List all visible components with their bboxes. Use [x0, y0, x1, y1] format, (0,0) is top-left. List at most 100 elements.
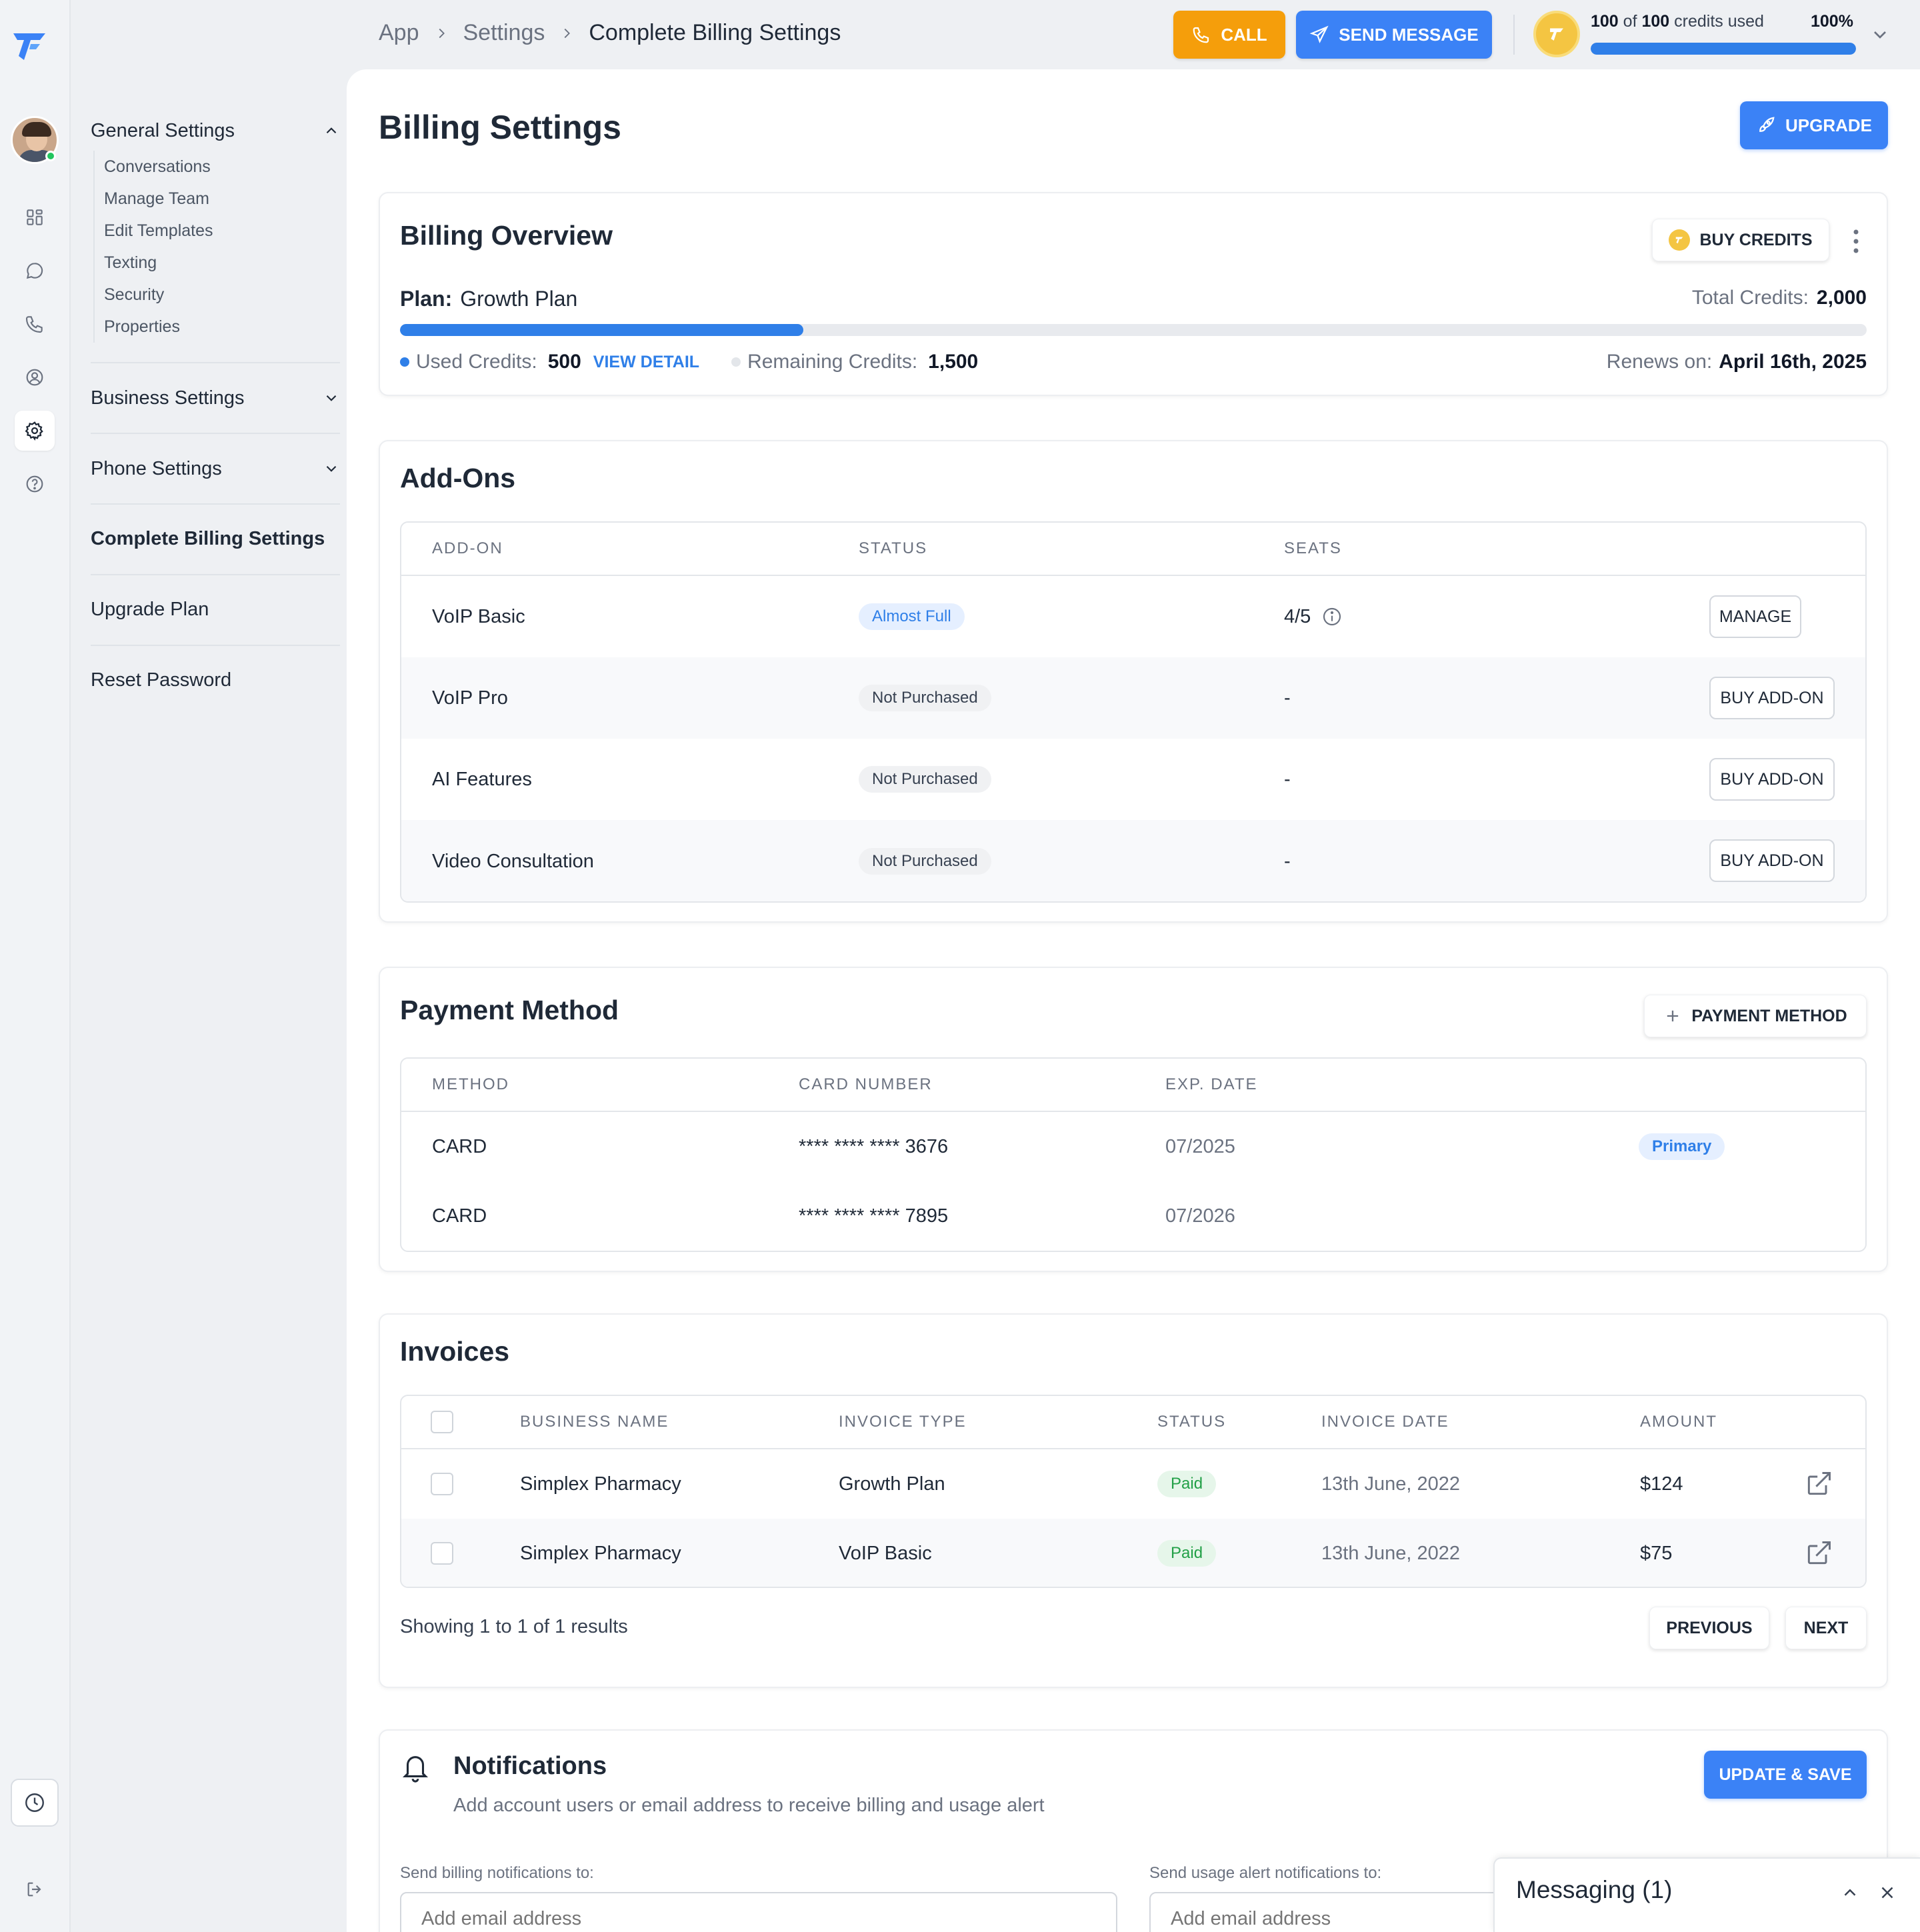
- breadcrumb-app[interactable]: App: [379, 20, 419, 46]
- phone-settings-label: Phone Settings: [91, 457, 222, 479]
- sidebar-item-security[interactable]: Security: [104, 279, 340, 311]
- credits-percent: 100%: [1811, 12, 1853, 31]
- next-button[interactable]: NEXT: [1785, 1607, 1867, 1649]
- payment-method: CARD: [432, 1135, 487, 1157]
- col-seats: SEATS: [1284, 539, 1342, 557]
- col-method: METHOD: [432, 1075, 509, 1093]
- addons-table: ADD-ON STATUS SEATS VoIP Basic Almost Fu…: [400, 521, 1867, 903]
- external-link-icon[interactable]: [1804, 1469, 1833, 1499]
- external-link-icon[interactable]: [1804, 1539, 1833, 1568]
- usage-notifications-label: Send usage alert notifications to:: [1149, 1864, 1382, 1882]
- sidebar-item-properties[interactable]: Properties: [104, 311, 340, 343]
- business-settings-label: Business Settings: [91, 387, 245, 409]
- buy-addon-button[interactable]: BUY ADD-ON: [1709, 677, 1835, 719]
- invoice-date: 13th June, 2022: [1321, 1473, 1461, 1495]
- contacts-icon[interactable]: [15, 357, 55, 397]
- send-message-button[interactable]: SEND MESSAGE: [1296, 11, 1492, 59]
- previous-button[interactable]: PREVIOUS: [1649, 1607, 1769, 1649]
- billing-overview-card: Billing Overview BUY CREDITS Plan: Growth…: [379, 192, 1888, 396]
- divider: [1513, 15, 1515, 55]
- settings-gear-icon[interactable]: [15, 411, 55, 451]
- messaging-title: Messaging (1): [1516, 1876, 1673, 1903]
- logout-icon[interactable]: [15, 1869, 55, 1909]
- sidebar-item-texting[interactable]: Texting: [104, 247, 340, 279]
- used-credits-value: 500: [547, 351, 581, 373]
- credits-usage-fill: [400, 324, 803, 336]
- close-icon[interactable]: [1877, 1883, 1897, 1903]
- table-row[interactable]: CARD **** **** **** 7895 07/2026: [401, 1181, 1865, 1251]
- chat-icon[interactable]: [15, 251, 55, 291]
- help-icon[interactable]: [15, 464, 55, 504]
- billing-email-input[interactable]: [400, 1892, 1117, 1932]
- primary-badge: Primary: [1639, 1133, 1725, 1160]
- update-save-button[interactable]: UPDATE & SAVE: [1704, 1751, 1867, 1799]
- credits-progress-bar: [1591, 43, 1856, 55]
- phone-settings-toggle[interactable]: Phone Settings: [91, 453, 340, 485]
- app-logo[interactable]: [11, 29, 49, 64]
- credit-coin-icon: [1533, 11, 1580, 57]
- online-status-dot: [45, 151, 56, 161]
- icon-rail: [0, 0, 71, 1932]
- buy-credits-button[interactable]: BUY CREDITS: [1652, 219, 1829, 261]
- payment-method-card: Payment Method PAYMENT METHOD METHOD CAR…: [379, 967, 1888, 1272]
- general-settings-toggle[interactable]: General Settings: [91, 115, 340, 147]
- credits-progress-fill: [1591, 43, 1856, 55]
- status-badge: Paid: [1157, 1471, 1217, 1497]
- phone-icon[interactable]: [15, 304, 55, 344]
- general-settings-section: General Settings Conversations Manage Te…: [91, 115, 340, 343]
- manage-button[interactable]: MANAGE: [1709, 595, 1801, 638]
- buy-addon-button[interactable]: BUY ADD-ON: [1709, 758, 1835, 801]
- table-row: VoIP Basic Almost Full 4/5 MANAGE: [401, 576, 1865, 657]
- invoices-title: Invoices: [400, 1336, 510, 1367]
- messaging-dock[interactable]: Messaging (1): [1493, 1857, 1920, 1932]
- chevron-right-icon: [564, 28, 571, 38]
- view-detail-link[interactable]: VIEW DETAIL: [593, 353, 699, 372]
- chevron-up-icon[interactable]: [1840, 1883, 1860, 1903]
- add-payment-method-button[interactable]: PAYMENT METHOD: [1644, 995, 1867, 1037]
- credits-usage-bar: [400, 324, 1867, 336]
- used-dot: [400, 357, 409, 367]
- sidebar-item-reset-password[interactable]: Reset Password: [91, 669, 231, 691]
- addon-name: Video Consultation: [432, 850, 594, 872]
- chevron-down-icon: [326, 465, 337, 472]
- col-invoice-date: INVOICE DATE: [1321, 1413, 1449, 1431]
- invoices-card: Invoices BUSINESS NAME INVOICE TYPE STAT…: [379, 1313, 1888, 1688]
- col-status: STATUS: [1157, 1413, 1227, 1431]
- plan-info: Plan: Growth Plan: [400, 287, 577, 311]
- status-badge: Paid: [1157, 1540, 1217, 1567]
- table-row: AI Features Not Purchased - BUY ADD-ON: [401, 739, 1865, 820]
- call-button[interactable]: CALL: [1173, 11, 1285, 59]
- select-all-checkbox[interactable]: [431, 1411, 453, 1433]
- sidebar-item-manage-team[interactable]: Manage Team: [104, 183, 340, 215]
- breadcrumb-settings[interactable]: Settings: [463, 20, 545, 46]
- send-icon: [1309, 25, 1329, 43]
- row-checkbox[interactable]: [431, 1473, 453, 1495]
- billing-overview-title: Billing Overview: [400, 220, 613, 251]
- exp-date: 07/2026: [1165, 1205, 1235, 1227]
- info-icon[interactable]: [1321, 606, 1343, 627]
- upgrade-label: UPGRADE: [1785, 115, 1872, 135]
- sidebar-item-complete-billing-settings[interactable]: Complete Billing Settings: [91, 528, 325, 550]
- col-exp-date: EXP. DATE: [1165, 1075, 1258, 1093]
- chevron-down-icon[interactable]: [1869, 24, 1891, 45]
- history-clock-icon[interactable]: [11, 1779, 59, 1827]
- upgrade-button[interactable]: UPGRADE: [1740, 101, 1888, 149]
- sidebar-item-edit-templates[interactable]: Edit Templates: [104, 215, 340, 247]
- renewal-date: Renews on: April 16th, 2025: [1606, 351, 1867, 373]
- phone-icon: [1193, 27, 1209, 43]
- row-checkbox[interactable]: [431, 1542, 453, 1565]
- more-options-icon[interactable]: [1852, 228, 1860, 255]
- dashboard-icon[interactable]: [15, 197, 55, 237]
- business-settings-toggle[interactable]: Business Settings: [91, 382, 340, 414]
- settings-sidenav: General Settings Conversations Manage Te…: [71, 0, 347, 1932]
- invoice-type: Growth Plan: [839, 1473, 945, 1495]
- card-number: **** **** **** 3676: [799, 1135, 949, 1157]
- sidebar-item-upgrade-plan[interactable]: Upgrade Plan: [91, 599, 209, 621]
- buy-addon-button[interactable]: BUY ADD-ON: [1709, 839, 1835, 882]
- chevron-right-icon: [439, 28, 445, 38]
- sidebar-item-conversations[interactable]: Conversations: [104, 151, 340, 183]
- breadcrumb: App Settings Complete Billing Settings: [379, 20, 841, 46]
- divider: [91, 503, 340, 505]
- notifications-subtitle: Add account users or email address to re…: [453, 1795, 1045, 1816]
- table-row[interactable]: CARD **** **** **** 3676 07/2025 Primary: [401, 1112, 1865, 1181]
